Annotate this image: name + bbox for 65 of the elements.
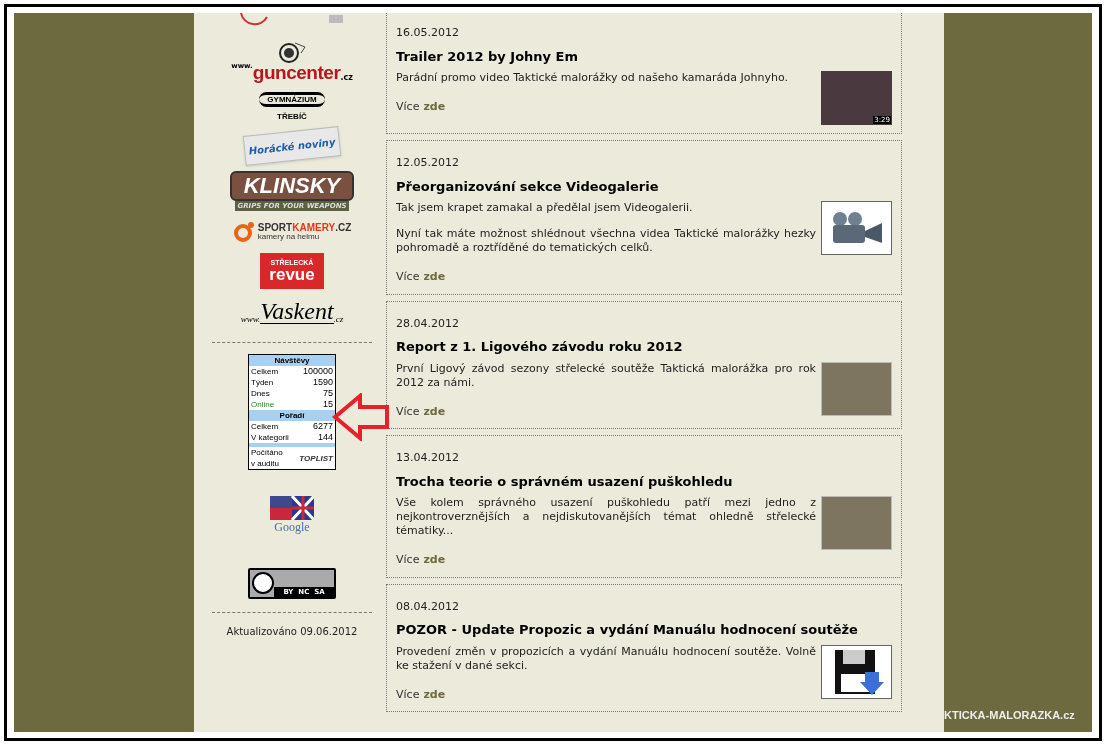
counter-label: V kategorii bbox=[251, 432, 289, 443]
more-text: Více bbox=[396, 686, 420, 703]
audit-text: v auditu bbox=[251, 458, 281, 469]
post-text: Vše kolem správného usazení puškohledu patří mezi jedno z nejkontroverznějších a nejdiskutovanějších témat ohledně střelecké tématiky... bbox=[396, 496, 816, 538]
toplist-logo[interactable]: TOPLIST bbox=[299, 452, 333, 464]
more-link[interactable]: zde bbox=[423, 686, 446, 703]
post-date: 16.05.2012 bbox=[396, 25, 460, 41]
thumbnail-frame[interactable] bbox=[821, 201, 892, 255]
post-text: Tak jsem krapet zamakal a předělal jsem Videogalerii. bbox=[396, 201, 694, 215]
thumbnail-frame[interactable] bbox=[821, 644, 892, 699]
more-link[interactable]: zde bbox=[423, 99, 446, 116]
counter-label: Online bbox=[251, 399, 275, 410]
counter-heading: Návštěvy bbox=[249, 355, 335, 366]
counter-value: 15 bbox=[323, 399, 333, 410]
post-text: Provedení změn v propozicích a vydání Manuálu hodnocení soutěže. Volně ke stažení v dané sekci. bbox=[396, 644, 816, 673]
updated-date: Aktualizováno 09.06.2012 bbox=[225, 625, 359, 639]
logo-text[interactable]: .CZ bbox=[335, 223, 352, 233]
more-link[interactable]: zde bbox=[423, 269, 446, 286]
audit-text: Počítáno bbox=[251, 447, 283, 458]
logo-text[interactable]: guncenter bbox=[252, 63, 341, 82]
counter-value: 6277 bbox=[312, 421, 333, 432]
more-text: Více bbox=[396, 403, 420, 420]
more-text: Více bbox=[396, 552, 420, 568]
post-title[interactable]: Přeorganizování sekce Videogalerie bbox=[396, 176, 892, 196]
post-text: Parádní promo video Taktické malorážky od našeho kamaráda Johnyho. bbox=[396, 71, 789, 85]
pointer-arrow bbox=[332, 393, 390, 441]
counter-value: 100000 bbox=[302, 366, 333, 377]
site-banner-text: KTICKA-MALORAZKA.cz bbox=[944, 707, 1075, 723]
ring-icon bbox=[232, 221, 255, 243]
logo-text[interactable]: KLINSKY bbox=[229, 171, 355, 201]
logo-text[interactable]: kamery na helmu bbox=[257, 233, 352, 241]
flag-icon[interactable] bbox=[270, 496, 314, 520]
post-text: První Ligový závod sezony střelecké soutěže Taktická malorážka pro rok 2012 za námi. bbox=[396, 361, 816, 390]
post-title[interactable]: POZOR - Update Propozic a vydání Manuálu hodnocení soutěže bbox=[396, 620, 892, 640]
logo-text[interactable]: www. bbox=[240, 315, 261, 324]
logo-text[interactable]: GYMNÁZIUM bbox=[259, 92, 325, 107]
post-title[interactable]: Trocha teorie o správném usazení puškohledu bbox=[396, 471, 892, 491]
logo-text[interactable]: KAMERY bbox=[292, 223, 336, 233]
more-text: Více bbox=[396, 99, 420, 115]
more-link[interactable]: zde bbox=[423, 403, 446, 420]
post-title[interactable]: Trailer 2012 by Johny Em bbox=[396, 46, 892, 66]
post-text: Nyní tak máte možnost shlédnout všechna videa Taktické malorážky hezky pohromadě a roztříděné do tematických celků. bbox=[396, 227, 816, 255]
logo-text[interactable]: TŘEBÍČ bbox=[277, 113, 307, 121]
counter-label: Dnes bbox=[251, 388, 270, 399]
counter-value: 144 bbox=[317, 432, 333, 443]
counter-heading: Pořadí bbox=[249, 410, 335, 421]
counter-value: 1590 bbox=[312, 377, 333, 388]
post-date: 12.05.2012 bbox=[396, 155, 460, 171]
post-date: 13.04.2012 bbox=[396, 450, 460, 466]
counter-label: Celkem bbox=[251, 421, 279, 432]
google-translate-link[interactable]: Google bbox=[274, 520, 310, 534]
post-date: 28.04.2012 bbox=[396, 315, 460, 332]
counter-label: Celkem bbox=[251, 366, 279, 377]
more-link[interactable]: zde bbox=[423, 552, 446, 569]
logo-text[interactable]: .cz bbox=[333, 315, 344, 324]
counter-value: 75 bbox=[323, 388, 333, 399]
visit-counter[interactable]: Návštěvy Celkem 100000 Týden 1590 Dnes 75 Online 15 Pořadí Celkem 6277 V kategorii 144 Počítáno v auditu TOPLIST bbox=[248, 354, 336, 470]
logo-text[interactable]: Vaskent bbox=[260, 299, 334, 324]
more-text: Více bbox=[396, 269, 420, 285]
newspaper-drawing[interactable]: Horácké noviny bbox=[242, 126, 342, 166]
logo-text[interactable]: .cz bbox=[340, 74, 353, 82]
logo-text[interactable]: SPORT bbox=[257, 223, 293, 233]
post-title[interactable]: Report z 1. Ligového závodu roku 2012 bbox=[396, 337, 892, 357]
post-date: 08.04.2012 bbox=[396, 598, 460, 615]
counter-label: Týden bbox=[251, 377, 274, 388]
